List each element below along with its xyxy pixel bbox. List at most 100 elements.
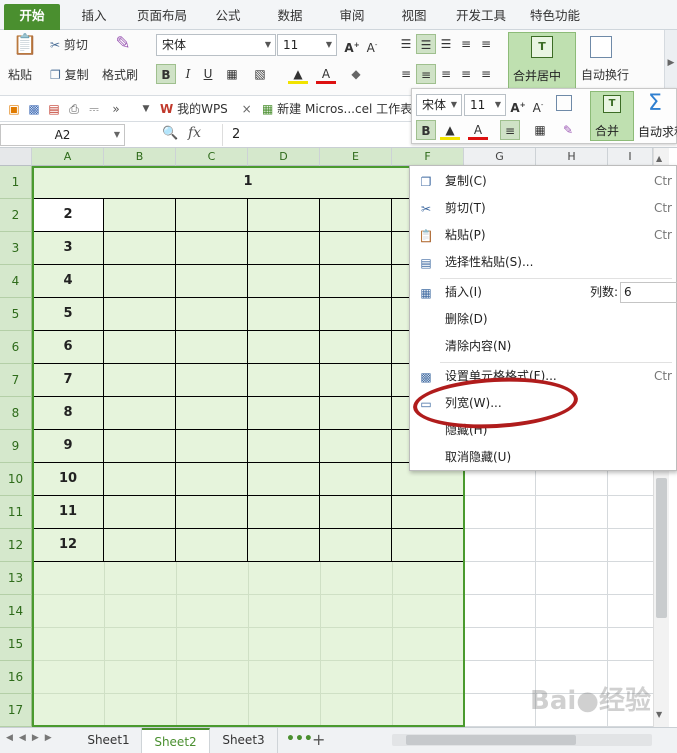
row-header[interactable]: 1 <box>0 166 32 199</box>
sigma-icon[interactable]: Σ <box>648 91 662 116</box>
mini-decrease-font-icon[interactable]: A- <box>528 95 548 115</box>
formula-input[interactable] <box>222 124 410 146</box>
mini-format-painter-icon[interactable]: ✎ <box>558 120 578 140</box>
row-header[interactable]: 6 <box>0 331 32 364</box>
row-header[interactable]: 12 <box>0 529 32 562</box>
menu-item-paste[interactable]: 📋 粘贴(P) Ctr <box>410 222 677 249</box>
font-name-select[interactable]: 宋体 ▼ <box>156 34 276 56</box>
menu-item-unhide[interactable]: 取消隐藏(U) <box>410 444 677 471</box>
name-box[interactable]: A2 ▼ <box>0 124 125 146</box>
bold-button[interactable]: B <box>156 64 176 84</box>
justify-icon[interactable]: ≡ <box>456 64 476 84</box>
mini-autosum-button[interactable]: 自动求和 <box>638 123 677 140</box>
horizontal-scroll-thumb[interactable] <box>406 735 576 745</box>
italic-button[interactable]: I <box>178 64 198 84</box>
borders-icon[interactable]: ▦ <box>222 64 242 84</box>
scroll-thumb[interactable] <box>656 478 667 618</box>
mini-font-select[interactable]: 宋体 ▼ <box>416 94 462 116</box>
column-header-h[interactable]: H <box>536 148 608 166</box>
menu-item-paste-special[interactable]: ▤ 选择性粘贴(S)... <box>410 249 677 276</box>
row-header[interactable]: 3 <box>0 232 32 265</box>
menu-item-clear[interactable]: 清除内容(N) <box>410 333 677 360</box>
underline-button[interactable]: U <box>198 64 218 84</box>
row-header[interactable]: 15 <box>0 628 32 661</box>
tab-formulas[interactable]: 公式 <box>202 4 254 30</box>
row-header[interactable]: 11 <box>0 496 32 529</box>
mini-bold-button[interactable]: B <box>416 120 436 140</box>
wrap-text-button[interactable]: 自动换行 <box>581 66 629 83</box>
tab-data[interactable]: 数据 <box>264 4 316 30</box>
sheet-tab-2[interactable]: Sheet2 <box>142 728 210 753</box>
mini-wrap-icon[interactable] <box>556 95 572 111</box>
font-color-icon[interactable]: A <box>316 64 336 84</box>
zoom-icon[interactable]: 🔍 <box>162 126 178 141</box>
row-header[interactable]: 4 <box>0 265 32 298</box>
align-right-icon[interactable]: ≡ <box>436 64 456 84</box>
menu-item-delete[interactable]: 删除(D) <box>410 306 677 333</box>
cut-button[interactable]: ✂ 剪切 <box>50 36 88 53</box>
paste-button[interactable]: 粘贴 <box>8 66 32 83</box>
decrease-font-icon[interactable]: A- <box>362 35 382 55</box>
fill-pattern-icon[interactable]: ▧ <box>250 64 270 84</box>
menu-item-cut[interactable]: ✂ 剪切(T) Ctr <box>410 195 677 222</box>
scroll-up-icon[interactable]: ▲ <box>656 154 662 163</box>
wrap-text-icon[interactable] <box>590 36 612 58</box>
mini-borders-icon[interactable]: ▦ <box>530 120 550 140</box>
horizontal-scrollbar[interactable] <box>392 734 652 746</box>
row-header[interactable]: 8 <box>0 397 32 430</box>
font-size-select[interactable]: 11 ▼ <box>277 34 337 56</box>
sheet-tab-1[interactable]: Sheet1 <box>76 728 142 753</box>
select-all-corner[interactable] <box>0 148 32 166</box>
more-icon[interactable]: » <box>106 99 126 119</box>
column-header-e[interactable]: E <box>320 148 392 166</box>
tab-my-wps[interactable]: W 我的WPS × <box>160 96 252 122</box>
row-header[interactable]: 16 <box>0 661 32 694</box>
clear-format-icon[interactable]: ◆ <box>346 64 366 84</box>
more-sheets-icon[interactable]: ••• <box>286 731 313 747</box>
align-top-icon[interactable]: ☰ <box>396 34 416 54</box>
tab-home[interactable]: 开始 <box>4 4 60 30</box>
align-bottom-icon[interactable]: ☰ <box>436 34 456 54</box>
row-header[interactable]: 14 <box>0 595 32 628</box>
align-left-icon[interactable]: ≡ <box>396 64 416 84</box>
folder-icon[interactable]: ▣ <box>4 99 24 119</box>
print-preview-icon[interactable]: ⎓ <box>84 99 104 119</box>
column-header-f[interactable]: F <box>392 148 464 166</box>
pdf-icon[interactable]: ▤ <box>44 99 64 119</box>
tab-special[interactable]: 特色功能 <box>522 4 588 30</box>
outdent-icon[interactable]: ≡ <box>476 34 496 54</box>
mini-merge-button[interactable]: T 合并 <box>590 91 634 141</box>
mini-font-color-icon[interactable]: A <box>468 120 488 140</box>
column-header-c[interactable]: C <box>176 148 248 166</box>
print-icon[interactable]: ⎙ <box>64 99 84 119</box>
tab-view[interactable]: 视图 <box>388 4 440 30</box>
row-header[interactable]: 10 <box>0 463 32 496</box>
sheet-tab-3[interactable]: Sheet3 <box>210 728 278 753</box>
row-header[interactable]: 2 <box>0 199 32 232</box>
menu-item-copy[interactable]: ❐ 复制(C) Ctr <box>410 168 677 195</box>
mini-fill-color-icon[interactable]: ▲ <box>440 120 460 140</box>
menu-item-insert[interactable]: ▦ 插入(I) 列数: 6 <box>410 279 677 306</box>
merge-center-button[interactable]: T 合并居中 <box>508 32 576 92</box>
increase-font-icon[interactable]: A+ <box>342 35 362 55</box>
sheet-nav-icon[interactable]: ◀◀▶▶ <box>6 733 58 743</box>
tab-workbook[interactable]: ▦ 新建 Micros...cel 工作表 <box>262 96 412 122</box>
distributed-icon[interactable]: ≡ <box>476 64 496 84</box>
format-painter-icon[interactable]: ✎ <box>110 34 136 60</box>
indent-icon[interactable]: ≡ <box>456 34 476 54</box>
save-icon[interactable]: ▩ <box>24 99 44 119</box>
ribbon-scroll-right-icon[interactable]: ▶ <box>664 30 677 96</box>
align-center-icon[interactable]: ≡ <box>416 64 436 84</box>
add-sheet-icon[interactable]: + <box>312 730 325 749</box>
tab-review[interactable]: 审阅 <box>326 4 378 30</box>
tab-insert[interactable]: 插入 <box>66 4 122 30</box>
mini-align-center-icon[interactable]: ≡ <box>500 120 520 140</box>
mini-size-select[interactable]: 11 ▼ <box>464 94 506 116</box>
row-header[interactable]: 13 <box>0 562 32 595</box>
tab-page-layout[interactable]: 页面布局 <box>128 4 196 30</box>
row-header[interactable]: 7 <box>0 364 32 397</box>
fx-icon[interactable]: fx <box>188 125 201 141</box>
copy-button[interactable]: ❐ 复制 <box>50 66 89 83</box>
tab-developer[interactable]: 开发工具 <box>448 4 514 30</box>
column-header-a[interactable]: A <box>32 148 104 166</box>
